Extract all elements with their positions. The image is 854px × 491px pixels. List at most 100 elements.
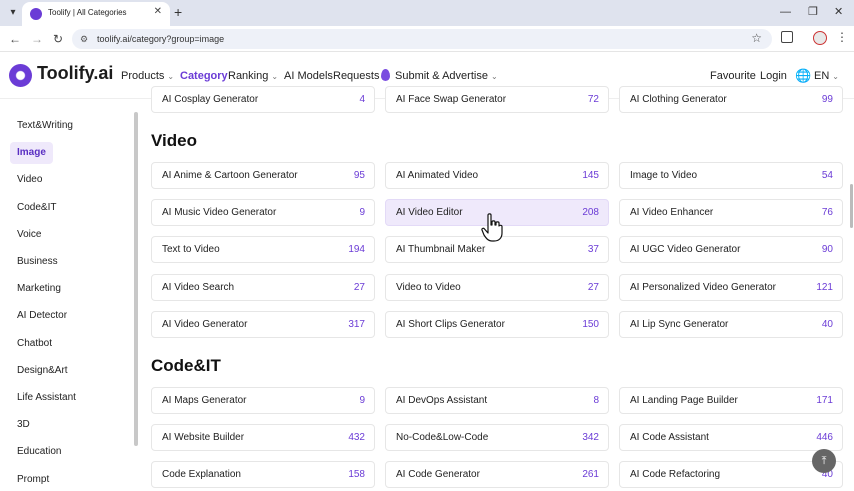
close-icon[interactable]: ✕ [154, 6, 162, 17]
sidebar-item-ai-detector[interactable]: AI Detector [10, 305, 74, 327]
category-card[interactable]: AI Short Clips Generator 150 [385, 310, 609, 338]
url-input[interactable]: ⚙ toolify.ai/category?group=image ☆ [72, 29, 772, 49]
category-name: No-Code&Low-Code [396, 432, 489, 444]
category-card[interactable]: Text to Video 194 [151, 236, 375, 264]
category-count: 208 [582, 207, 599, 219]
category-card[interactable]: AI Animated Video 145 [385, 162, 609, 189]
category-card[interactable]: AI Code Assistant 446 [619, 424, 843, 452]
category-card[interactable]: Image to Video 54 [619, 162, 843, 189]
category-count: 432 [348, 432, 365, 444]
restore-icon[interactable]: ❐ [808, 4, 818, 20]
sidebar-item-image[interactable]: Image [10, 142, 53, 165]
section-title-video: Video [151, 131, 197, 150]
category-card[interactable]: AI Video Search 27 [151, 273, 375, 301]
category-card[interactable]: AI Anime & Cartoon Generator 95 [151, 162, 375, 189]
arrow-left-icon[interactable]: ← [9, 31, 21, 47]
category-card[interactable]: AI Code Refactoring 40 [619, 461, 843, 489]
category-count: 158 [348, 469, 365, 481]
category-name: AI Code Assistant [630, 432, 709, 444]
plus-icon[interactable]: + [174, 4, 182, 20]
back-to-top-button[interactable]: ⤒ [812, 449, 836, 473]
sidebar-item-marketing[interactable]: Marketing [10, 278, 68, 300]
nav-products[interactable]: Products ⌄ [121, 70, 174, 82]
logo-text[interactable]: Toolify.ai [37, 63, 113, 84]
nav-ranking[interactable]: Ranking ⌄ [228, 70, 278, 82]
category-name: AI Video Enhancer [630, 207, 714, 219]
reload-icon[interactable]: ↻ [53, 31, 63, 47]
category-count: 9 [359, 395, 365, 406]
category-name: AI Lip Sync Generator [630, 318, 729, 330]
category-card[interactable]: Code Explanation 158 [151, 461, 375, 489]
category-name: AI Face Swap Generator [396, 94, 507, 105]
category-name: AI Personalized Video Generator [630, 281, 777, 293]
star-icon[interactable]: ☆ [751, 31, 762, 45]
sidebar-item-video[interactable]: Video [10, 169, 49, 191]
nav-ai-models[interactable]: AI Models [284, 70, 333, 82]
sidebar-item-voice[interactable]: Voice [10, 224, 48, 246]
category-card[interactable]: AI UGC Video Generator 90 [619, 236, 843, 264]
category-name: AI Thumbnail Maker [396, 244, 486, 256]
nav-submit-advertise[interactable]: Submit & Advertise ⌄ [395, 70, 498, 82]
sidebar-item-chatbot[interactable]: Chatbot [10, 333, 59, 355]
sidebar-item-code-it[interactable]: Code&IT [10, 197, 63, 219]
category-card[interactable]: AI Cosplay Generator 4 [151, 86, 375, 113]
category-card[interactable]: AI Landing Page Builder 171 [619, 387, 843, 414]
category-card[interactable]: AI Clothing Generator 99 [619, 86, 843, 113]
sidebar-item-design-art[interactable]: Design&Art [10, 360, 75, 382]
tab-search-chevron-down-icon[interactable]: ▾ [6, 6, 20, 20]
page-scrollbar[interactable] [850, 184, 853, 228]
nav-requests[interactable]: Requests [333, 70, 379, 82]
category-name: AI UGC Video Generator [630, 244, 741, 256]
address-bar-row: ← → ↻ ⚙ toolify.ai/category?group=image … [0, 26, 854, 52]
sidebar-item-life-assistant[interactable]: Life Assistant [10, 387, 83, 409]
url-text: toolify.ai/category?group=image [97, 34, 225, 44]
category-card[interactable]: AI Lip Sync Generator 40 [619, 310, 843, 338]
arrow-right-icon[interactable]: → [31, 31, 43, 47]
category-card[interactable]: AI Face Swap Generator 72 [385, 86, 609, 113]
category-name: AI Video Search [162, 281, 235, 293]
nav-category[interactable]: Category [180, 70, 228, 82]
category-count: 342 [582, 432, 599, 444]
category-card[interactable]: AI Code Generator 261 [385, 461, 609, 489]
category-card[interactable]: AI Maps Generator 9 [151, 387, 375, 414]
sidebar-item-text-writing[interactable]: Text&Writing [10, 115, 80, 137]
kebab-icon[interactable]: ⋮ [836, 30, 848, 44]
category-card[interactable]: No-Code&Low-Code 342 [385, 424, 609, 452]
minimize-icon[interactable]: — [780, 4, 791, 20]
chevron-down-icon: ⌄ [832, 72, 839, 81]
tab-title: Toolify | All Categories [48, 8, 127, 17]
category-card[interactable]: AI Video Enhancer 76 [619, 199, 843, 227]
favourite-link[interactable]: Favourite [710, 70, 756, 82]
browser-tab[interactable]: Toolify | All Categories ✕ [22, 2, 170, 26]
language-selector[interactable]: EN ⌄ [814, 70, 839, 82]
category-count: 150 [582, 318, 599, 330]
sidebar-item-education[interactable]: Education [10, 441, 68, 463]
category-card[interactable]: AI Video Generator 317 [151, 310, 375, 338]
category-name: Code Explanation [162, 469, 241, 481]
sidebar-item-3d[interactable]: 3D [10, 414, 37, 436]
category-count: 261 [582, 469, 599, 481]
window-close-icon[interactable]: ✕ [834, 4, 843, 20]
profile-avatar-icon[interactable] [813, 31, 827, 45]
category-name: AI Code Generator [396, 469, 480, 481]
category-name: Image to Video [630, 170, 698, 181]
category-card[interactable]: AI Website Builder 432 [151, 424, 375, 452]
category-card[interactable]: AI Music Video Generator 9 [151, 199, 375, 227]
sidebar-item-business[interactable]: Business [10, 251, 65, 273]
category-name: AI Video Generator [162, 318, 248, 330]
login-link[interactable]: Login [760, 70, 787, 82]
category-card[interactable]: AI DevOps Assistant 8 [385, 387, 609, 414]
chevron-down-icon: ⌄ [490, 72, 498, 81]
category-count: 90 [821, 244, 833, 256]
category-card[interactable]: Video to Video 27 [385, 273, 609, 301]
flame-icon [381, 69, 390, 81]
puzzle-icon[interactable] [781, 31, 793, 43]
category-sidebar: Text&Writing Image Video Code&IT Voice Busine… [0, 99, 146, 485]
category-name: AI Cosplay Generator [162, 94, 259, 105]
tune-icon[interactable]: ⚙ [80, 33, 92, 45]
globe-icon[interactable]: 🌐 [795, 68, 811, 84]
toolify-logo-icon[interactable] [9, 64, 32, 87]
category-card[interactable]: AI Personalized Video Generator 121 [619, 273, 843, 301]
sidebar-scrollbar[interactable] [134, 112, 138, 446]
section-title-code: Code&IT [151, 356, 221, 375]
